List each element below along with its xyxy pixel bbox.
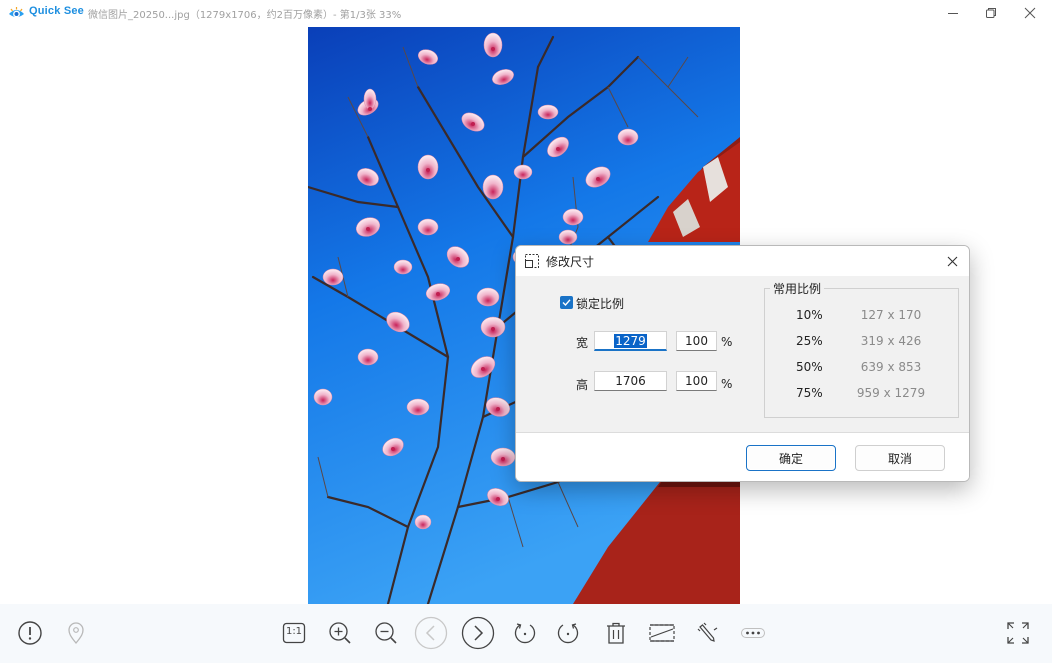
preset-size[interactable]: 959 x 1279 bbox=[846, 386, 936, 400]
preset-percent[interactable]: 10% bbox=[796, 308, 823, 322]
zoom-out-icon bbox=[375, 622, 397, 644]
fullscreen-icon bbox=[1007, 622, 1029, 644]
more-icon bbox=[741, 628, 765, 638]
restore-button[interactable] bbox=[973, 0, 1009, 26]
dialog-footer: 确定 取消 bbox=[516, 432, 969, 481]
close-button[interactable] bbox=[1012, 0, 1048, 26]
width-percent-input[interactable]: 100 bbox=[676, 331, 717, 351]
dialog-close-button[interactable] bbox=[943, 252, 961, 270]
width-percent-sign: % bbox=[721, 335, 733, 349]
minimize-button[interactable] bbox=[935, 0, 971, 26]
height-percent-sign: % bbox=[721, 377, 733, 391]
height-input[interactable]: 1706 bbox=[594, 371, 667, 391]
presets-title: 常用比例 bbox=[770, 280, 825, 297]
dialog-title: 修改尺寸 bbox=[546, 255, 595, 269]
zoom-out-button[interactable] bbox=[371, 618, 401, 648]
fullscreen-button[interactable] bbox=[1003, 618, 1033, 648]
height-label: 高 bbox=[576, 378, 589, 392]
dialog-body: 锁定比例 宽 1279 100 % 高 1706 100 % 常用比例 10% … bbox=[516, 276, 969, 432]
checkmark-icon bbox=[562, 299, 571, 307]
rotate-left-icon bbox=[514, 623, 536, 644]
dialog-title-bar: 修改尺寸 bbox=[516, 246, 969, 276]
preset-size[interactable]: 639 x 853 bbox=[846, 360, 936, 374]
edit-button[interactable] bbox=[693, 618, 723, 648]
info-button[interactable] bbox=[15, 618, 45, 648]
zoom-in-icon bbox=[329, 622, 351, 644]
close-icon bbox=[1024, 7, 1036, 19]
preset-percent[interactable]: 75% bbox=[796, 386, 823, 400]
app-name: Quick See bbox=[29, 5, 84, 17]
rotate-left-button[interactable] bbox=[510, 618, 540, 648]
rotate-right-icon bbox=[557, 623, 579, 644]
width-label: 宽 bbox=[576, 336, 589, 350]
zoom-in-button[interactable] bbox=[325, 618, 355, 648]
edit-icon bbox=[697, 622, 718, 642]
close-icon bbox=[947, 256, 957, 266]
lock-ratio-label: 锁定比例 bbox=[576, 297, 625, 311]
preset-size[interactable]: 127 x 170 bbox=[846, 308, 936, 322]
eye-logo-icon bbox=[8, 5, 25, 21]
width-percent-value: 100 bbox=[685, 334, 708, 348]
minimize-icon bbox=[948, 13, 958, 14]
delete-icon bbox=[607, 622, 625, 644]
title-bar: Quick See 微信图片_20250...jpg（1279x1706，约2百… bbox=[0, 0, 1052, 26]
resize-dialog: 修改尺寸 锁定比例 宽 1279 100 % 高 1706 100 % 常用比例… bbox=[515, 245, 970, 482]
height-value: 1706 bbox=[615, 374, 646, 388]
actual-size-button[interactable]: 1:1 bbox=[279, 618, 309, 648]
height-percent-input[interactable]: 100 bbox=[676, 371, 717, 391]
previous-icon bbox=[414, 616, 448, 650]
width-input[interactable]: 1279 bbox=[594, 331, 667, 351]
location-icon bbox=[68, 622, 84, 644]
crop-icon bbox=[649, 624, 675, 642]
ok-button[interactable]: 确定 bbox=[746, 445, 836, 471]
height-percent-value: 100 bbox=[685, 374, 708, 388]
restore-icon bbox=[986, 8, 996, 18]
more-button[interactable] bbox=[738, 618, 768, 648]
bottom-toolbar: 1:1 bbox=[0, 604, 1052, 663]
preset-percent[interactable]: 50% bbox=[796, 360, 823, 374]
lock-ratio-checkbox[interactable] bbox=[560, 296, 573, 309]
crop-button[interactable] bbox=[646, 618, 678, 648]
previous-button[interactable] bbox=[414, 616, 448, 650]
next-icon bbox=[461, 616, 495, 650]
file-info: 微信图片_20250...jpg（1279x1706，约2百万像素）- 第1/3… bbox=[88, 10, 402, 21]
location-button[interactable] bbox=[61, 618, 91, 648]
cancel-button[interactable]: 取消 bbox=[855, 445, 945, 471]
preset-size[interactable]: 319 x 426 bbox=[846, 334, 936, 348]
width-value: 1279 bbox=[614, 333, 647, 348]
delete-button[interactable] bbox=[601, 618, 631, 648]
next-button[interactable] bbox=[461, 616, 495, 650]
preset-percent[interactable]: 25% bbox=[796, 334, 823, 348]
actual-size-label: 1:1 bbox=[285, 626, 303, 637]
resize-icon bbox=[525, 254, 539, 268]
info-icon bbox=[18, 621, 42, 645]
rotate-right-button[interactable] bbox=[553, 618, 583, 648]
